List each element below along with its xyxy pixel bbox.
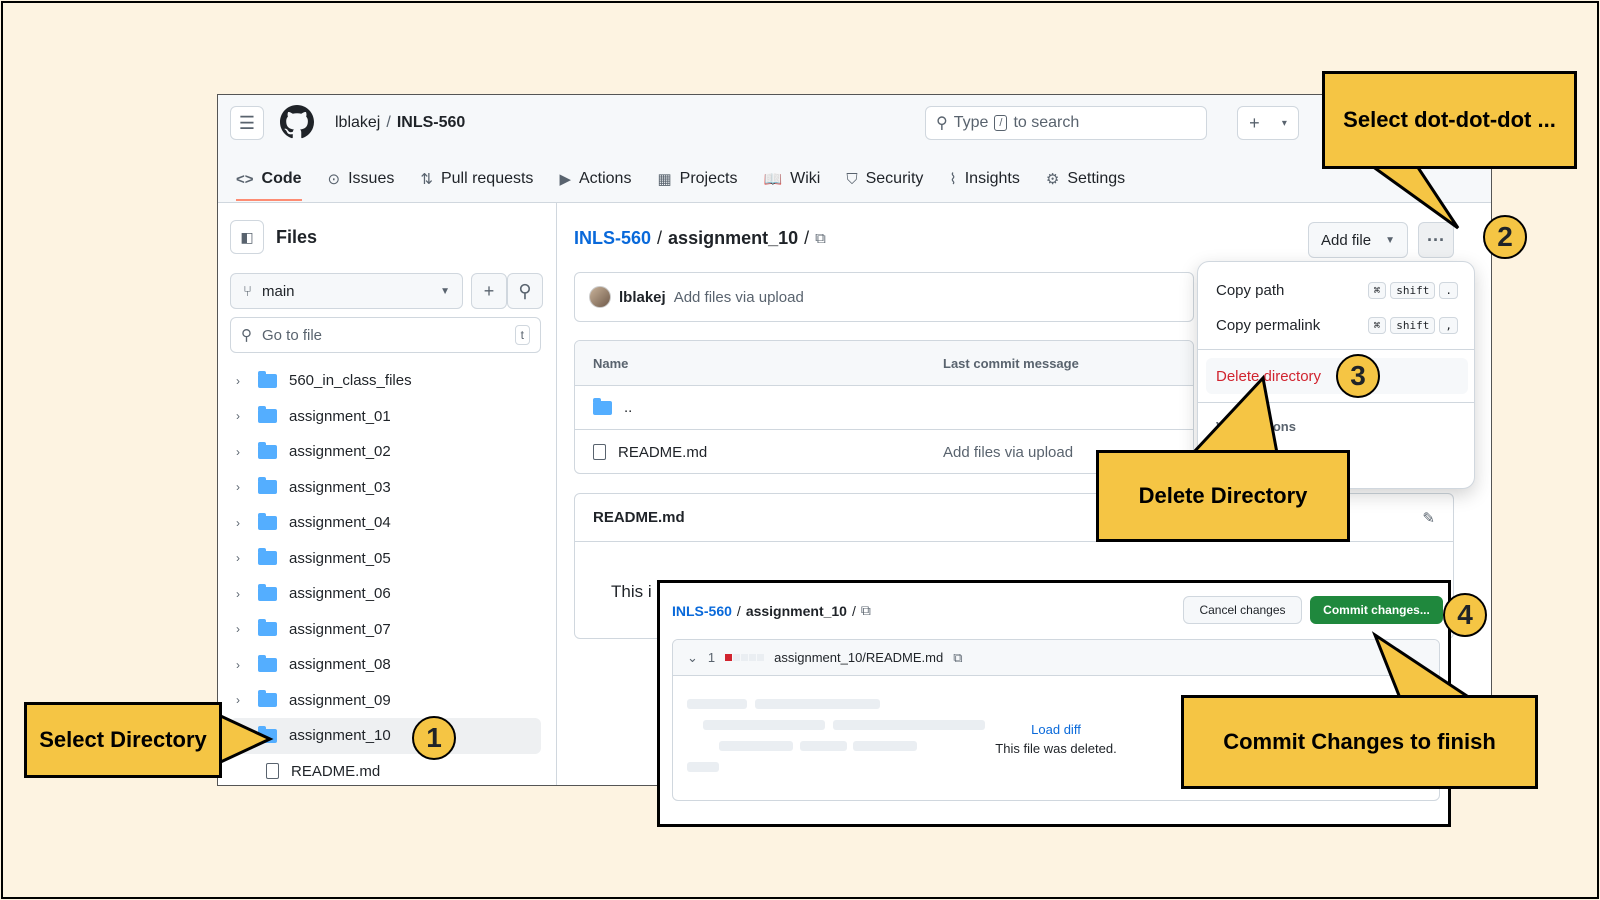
callout-pointer-3 <box>1189 374 1279 455</box>
callout-pointer-2 <box>1367 164 1460 230</box>
step-2-badge: 2 <box>1483 215 1527 259</box>
step-1-badge: 1 <box>412 716 456 760</box>
callout-select-directory: Select Directory <box>24 702 222 778</box>
step-3-badge: 3 <box>1336 354 1380 398</box>
callout-pointer-4 <box>1371 631 1475 700</box>
callout-select-dots: Select dot-dot-dot ... <box>1322 71 1577 169</box>
step-4-badge: 4 <box>1443 593 1487 637</box>
callout-delete-directory: Delete Directory <box>1096 450 1350 542</box>
callout-commit-changes: Commit Changes to finish <box>1181 695 1538 789</box>
